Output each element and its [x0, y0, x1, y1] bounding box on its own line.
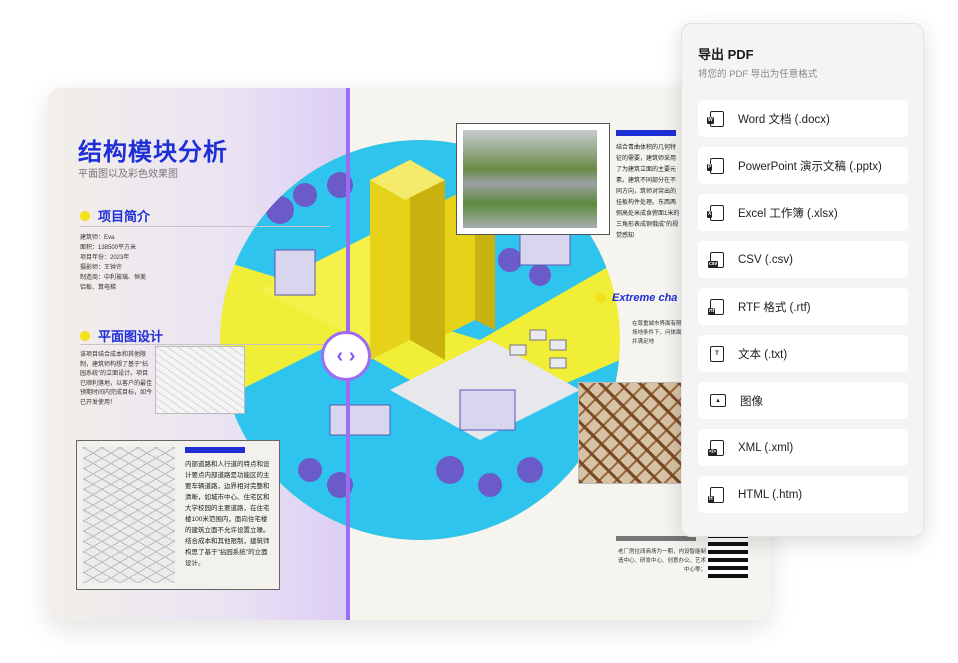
word-icon: W: [707, 110, 724, 127]
accent-bar: [616, 536, 696, 541]
document-preview: 结构模块分析 平面图以及彩色效果图 项目简介 建筑师：Eva 面积：138500…: [48, 88, 770, 620]
export-option-rtf[interactable]: rtf RTF 格式 (.rtf): [698, 288, 908, 325]
document-title: 结构模块分析: [78, 139, 228, 166]
section-divider: [80, 344, 330, 345]
export-option-xml[interactable]: </> XML (.xml): [698, 429, 908, 466]
html-icon: H: [708, 486, 724, 503]
bullet-dot-icon: [80, 330, 90, 341]
project-heading: 项目简介: [80, 206, 150, 225]
panel-title: 导出 PDF: [698, 47, 754, 62]
facade-photo-panel: [456, 123, 610, 235]
extreme-heading: Extreme cha: [596, 292, 677, 304]
export-option-excel[interactable]: X Excel 工作簿 (.xlsx): [698, 194, 908, 231]
export-option-text[interactable]: T 文本 (.txt): [698, 335, 908, 372]
isometric-sketch-image: [83, 447, 175, 583]
accent-bar: [185, 447, 245, 453]
building-thumbnail-image: [708, 532, 748, 578]
bullet-dot-icon: [80, 210, 90, 221]
export-pdf-panel: 导出 PDF 将您的 PDF 导出为任意格式 W Word 文档 (.docx)…: [681, 23, 924, 537]
powerpoint-icon: P: [707, 157, 724, 174]
xml-icon: </>: [708, 439, 724, 456]
bullet-dot-icon: [596, 293, 606, 303]
csv-icon: csv: [708, 251, 724, 268]
wood-structure-image: [578, 382, 684, 484]
plan-sketch-image: [155, 346, 245, 414]
image-icon: ▲: [710, 394, 726, 407]
facade-photo-image: [463, 130, 597, 228]
compare-slider-handle[interactable]: ‹ ›: [321, 331, 371, 381]
document-subtitle: 平面图以及彩色效果图: [78, 169, 178, 180]
panel-subtitle: 将您的 PDF 导出为任意格式: [698, 69, 818, 80]
excel-icon: X: [707, 204, 724, 221]
road-description: 内部道路和人行道的特点和设计要点内部道路是功能区的主要车辆道路，边界相对完整和清…: [185, 461, 270, 567]
text-icon: T: [710, 345, 724, 362]
accent-bar: [616, 130, 676, 136]
plan-description: 该项目结合成本和其他限制，建筑师构想了基于"拈园系统"的立面设计。项目已顺利落地…: [80, 352, 153, 406]
export-option-html[interactable]: H HTML (.htm): [698, 476, 908, 513]
plan-heading: 平面图设计: [80, 326, 163, 345]
bottom-description: 老厂房拉阔商场为一期，内设智能制造中心、研发中心、创意办公、艺术中心等；: [617, 549, 706, 573]
export-option-powerpoint[interactable]: P PowerPoint 演示文稿 (.pptx): [698, 147, 908, 184]
project-info: 建筑师：Eva 面积：138500平方米 项目年份：2023年 摄影师：王钟许 …: [80, 235, 147, 291]
export-option-word[interactable]: W Word 文档 (.docx): [698, 100, 908, 137]
export-option-image[interactable]: ▲ 图像: [698, 382, 908, 419]
facade-description: 结合青曲体积的几何特征的需要，建筑师采用了为建筑立面的主要元素。建筑不同部分在不…: [616, 145, 680, 239]
export-option-csv[interactable]: csv CSV (.csv): [698, 241, 908, 278]
road-sketch-panel: 内部道路和人行道的特点和设计要点内部道路是功能区的主要车辆道路，边界相对完整和清…: [76, 440, 280, 590]
rtf-icon: rtf: [708, 298, 724, 315]
section-divider: [80, 226, 330, 227]
